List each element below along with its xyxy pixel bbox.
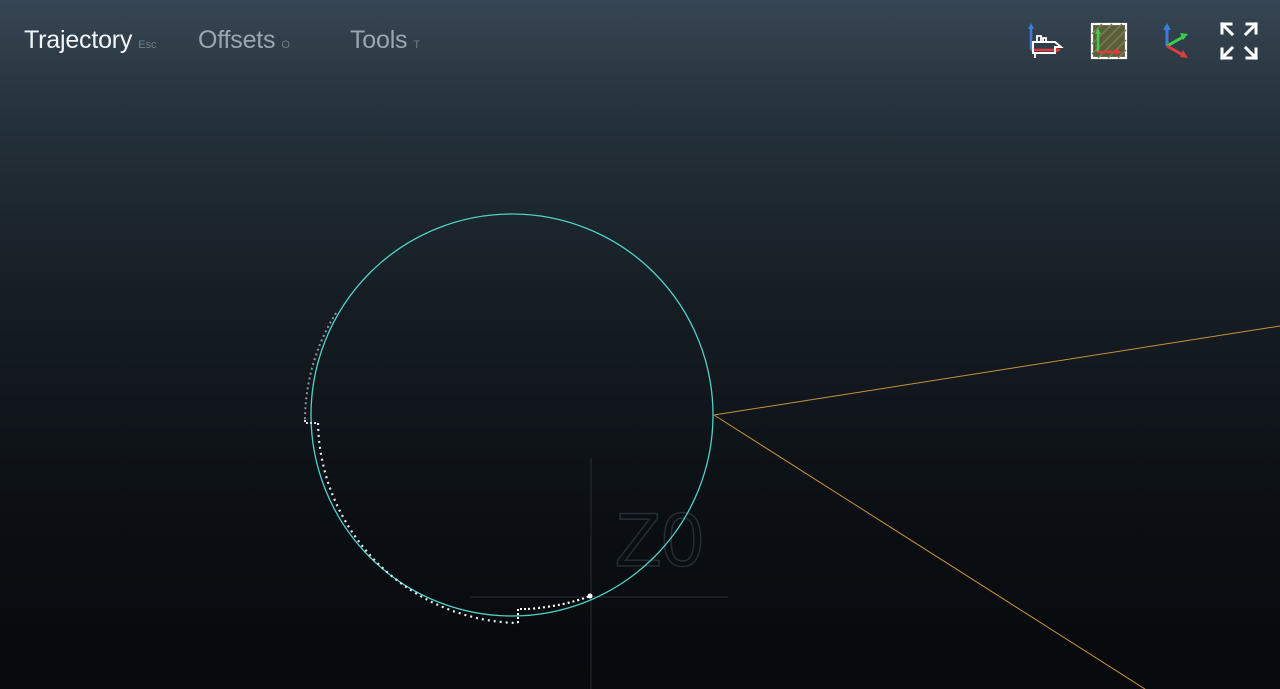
- rapid-arc-upper: [304, 312, 337, 421]
- tool-position-marker: [587, 593, 593, 599]
- trajectory-viewport[interactable]: Z0: [0, 0, 1280, 689]
- origin-watermark: Z0: [615, 498, 704, 583]
- rapid-arc-end: [527, 594, 591, 611]
- view-line-upper: [713, 325, 1280, 416]
- view-line-lower: [713, 414, 1146, 689]
